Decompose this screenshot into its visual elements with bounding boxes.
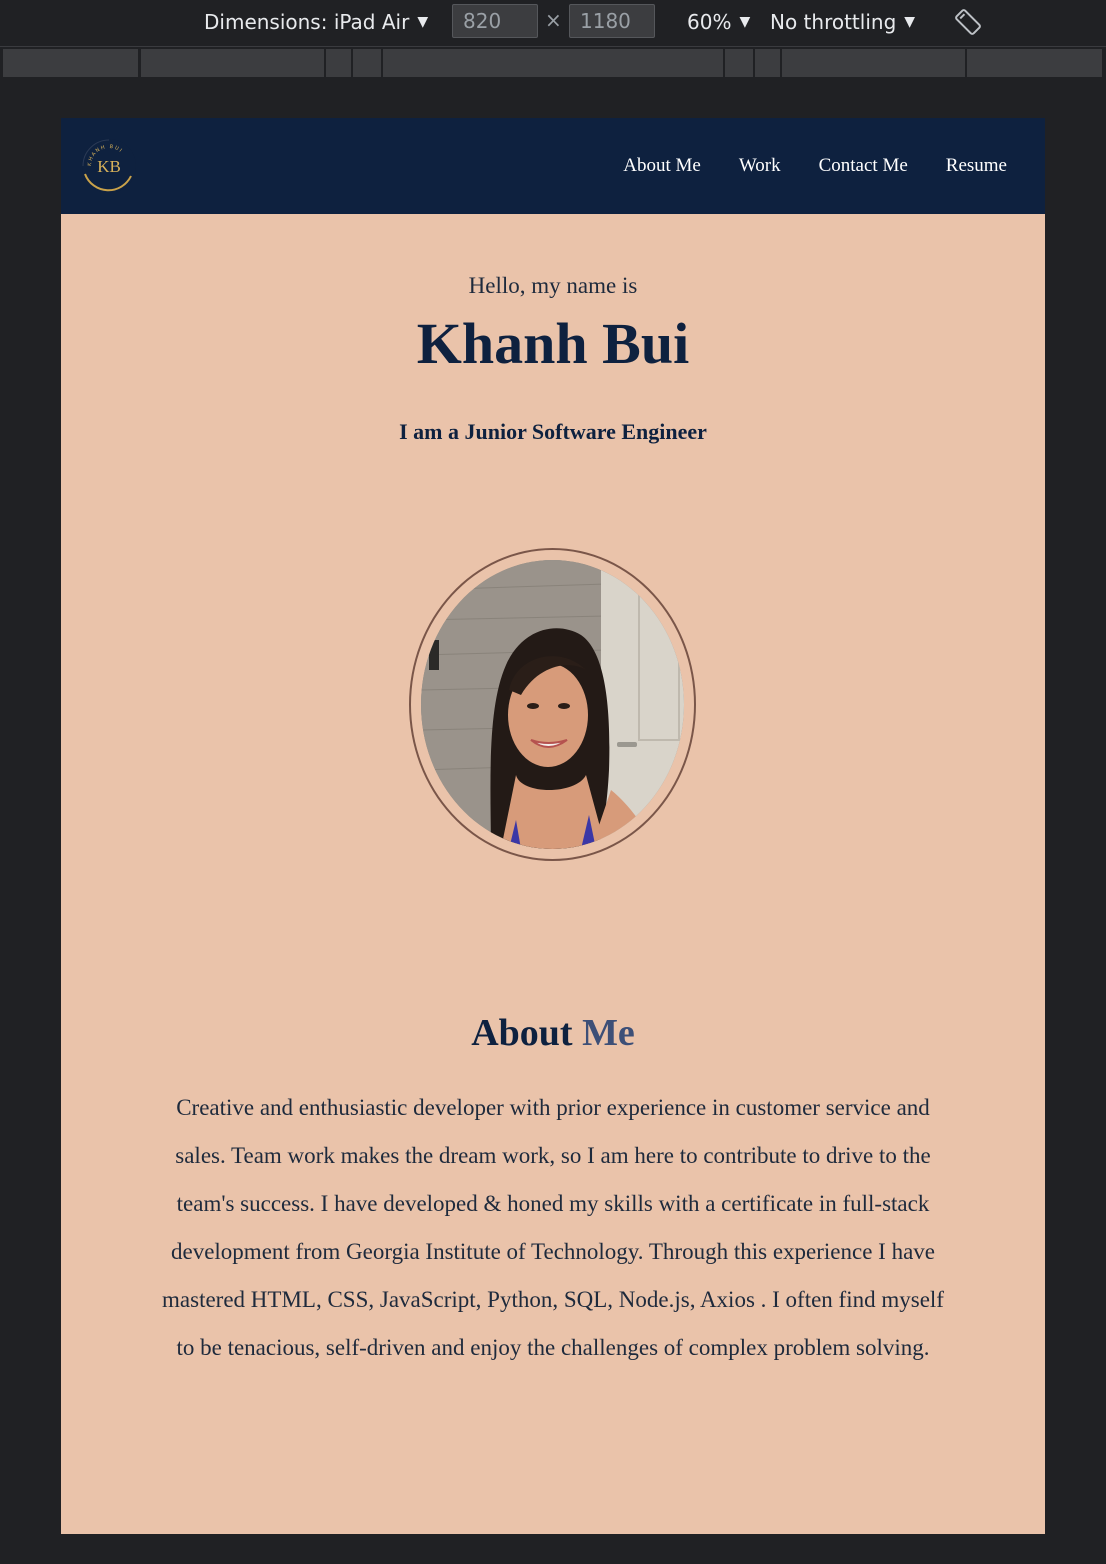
device-label: Dimensions: iPad Air (204, 10, 410, 34)
media-query-segment[interactable] (782, 49, 967, 77)
media-query-segment[interactable] (326, 49, 353, 77)
media-query-segment[interactable] (353, 49, 383, 77)
rotate-icon[interactable] (954, 8, 982, 36)
nav-resume[interactable]: Resume (946, 155, 1007, 177)
chevron-down-icon: ▼ (904, 14, 916, 30)
about-description: Creative and enthusiastic developer with… (162, 1095, 944, 1360)
nav-contact-me[interactable]: Contact Me (819, 155, 908, 177)
media-query-segment[interactable] (725, 49, 755, 77)
logo-initials: KB (97, 157, 121, 176)
about-title: About Me (61, 1008, 1045, 1058)
nav-work[interactable]: Work (739, 155, 781, 177)
profile-photo (421, 560, 684, 849)
device-toolbar: Dimensions: iPad Air ▼ × 60% ▼ No thrott… (0, 0, 1106, 44)
media-query-segment[interactable] (141, 49, 326, 77)
hero-section: Hello, my name is Khanh Bui I am a Junio… (61, 214, 1045, 447)
about-title-main: About (471, 1012, 583, 1054)
chevron-down-icon: ▼ (739, 14, 751, 30)
zoom-label: 60% (687, 10, 732, 34)
times-icon: × (545, 8, 562, 32)
throttling-selector[interactable]: No throttling ▼ (770, 0, 915, 44)
hero-name: Khanh Bui (416, 311, 690, 376)
media-query-segment[interactable] (755, 49, 782, 77)
profile-photo-frame (409, 548, 696, 861)
hero-role: I am a Junior Software Engineer (399, 419, 707, 444)
device-selector[interactable]: Dimensions: iPad Air ▼ (204, 0, 428, 44)
navbar: KHANH BUI KB About Me Work Contact Me Re… (61, 118, 1045, 214)
media-query-bar (0, 46, 1106, 79)
throttling-label: No throttling (770, 10, 897, 34)
about-title-accent: Me (582, 1012, 635, 1054)
media-query-segment[interactable] (967, 49, 1104, 77)
media-query-segment[interactable] (383, 49, 725, 77)
zoom-selector[interactable]: 60% ▼ (687, 0, 750, 44)
main-nav: About Me Work Contact Me Resume (623, 118, 1007, 214)
height-input[interactable] (569, 4, 655, 38)
nav-about-me[interactable]: About Me (623, 155, 701, 177)
width-input[interactable] (452, 4, 538, 38)
kb-logo-icon[interactable]: KHANH BUI KB (81, 138, 137, 194)
page-viewport: KHANH BUI KB About Me Work Contact Me Re… (61, 118, 1045, 1534)
chevron-down-icon: ▼ (417, 14, 429, 30)
hero-greeting: Hello, my name is (468, 273, 638, 298)
media-query-segment[interactable] (3, 49, 140, 77)
